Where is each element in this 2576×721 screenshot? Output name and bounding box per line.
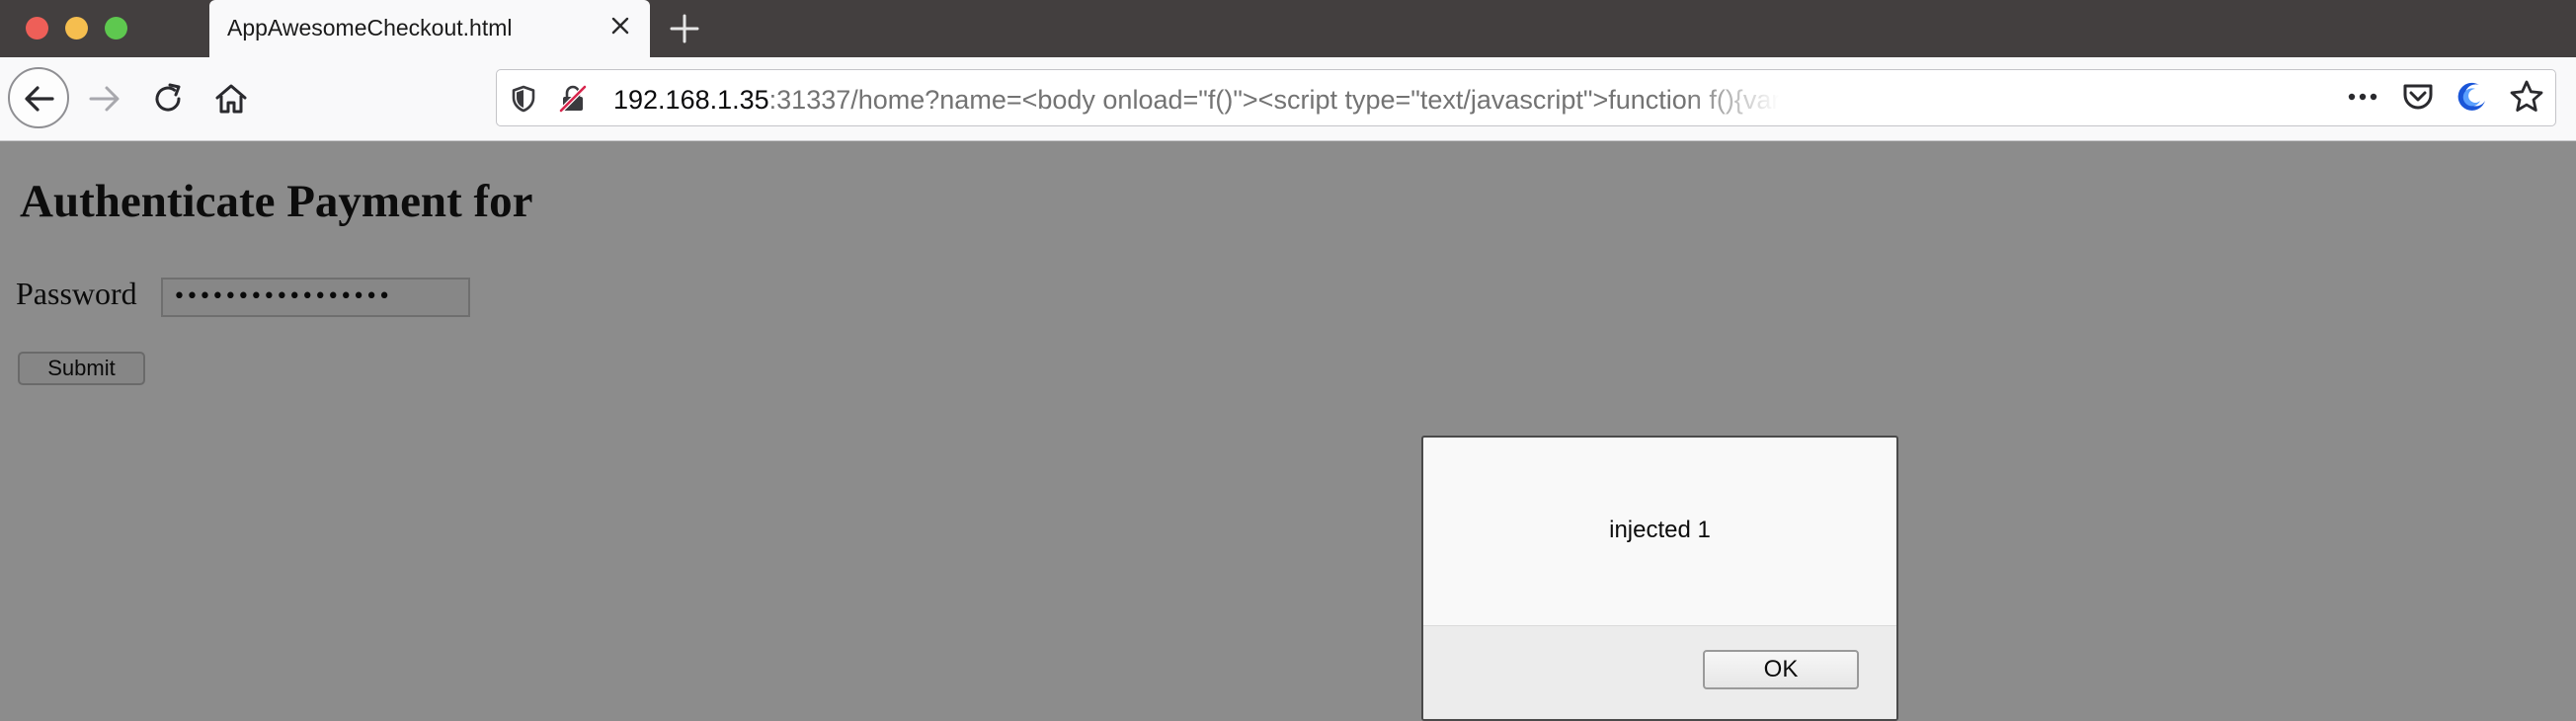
crescent-extension-icon[interactable] bbox=[2454, 79, 2489, 115]
alert-footer: OK bbox=[1423, 625, 1896, 719]
close-window-button[interactable] bbox=[26, 17, 48, 40]
plus-icon[interactable] bbox=[668, 12, 701, 45]
back-button[interactable] bbox=[8, 67, 69, 128]
browser-tab[interactable]: AppAwesomeCheckout.html bbox=[209, 0, 650, 57]
pocket-icon[interactable] bbox=[2400, 79, 2436, 115]
url-text[interactable]: 192.168.1.35:31337/home?name=<body onloa… bbox=[613, 84, 1779, 116]
shield-icon[interactable] bbox=[509, 84, 538, 114]
url-bar[interactable]: 192.168.1.35:31337/home?name=<body onloa… bbox=[496, 69, 2556, 126]
browser-titlebar: AppAwesomeCheckout.html bbox=[0, 0, 2576, 57]
page-title: Authenticate Payment for bbox=[20, 176, 533, 227]
more-dots-icon[interactable] bbox=[2345, 79, 2380, 115]
url-host: 192.168.1.35 bbox=[613, 85, 769, 115]
minimize-window-button[interactable] bbox=[65, 17, 88, 40]
arrow-left-icon bbox=[25, 86, 54, 112]
password-label: Password bbox=[16, 276, 137, 311]
url-path: :31337/home?name=<body onload="f()"><scr… bbox=[768, 85, 1779, 115]
browser-toolbar: 192.168.1.35:31337/home?name=<body onloa… bbox=[0, 57, 2576, 141]
ok-button[interactable]: OK bbox=[1703, 650, 1859, 689]
arrow-right-icon[interactable] bbox=[87, 81, 122, 117]
page-content: Authenticate Payment for Password ••••••… bbox=[0, 141, 2576, 721]
alert-dialog: injected 1 OK bbox=[1421, 436, 1898, 721]
alert-message: injected 1 bbox=[1609, 517, 1711, 543]
maximize-window-button[interactable] bbox=[105, 17, 127, 40]
password-field[interactable]: ••••••••••••••••• bbox=[161, 278, 470, 317]
star-icon[interactable] bbox=[2509, 79, 2544, 115]
reload-icon[interactable] bbox=[150, 81, 186, 117]
submit-button[interactable]: Submit bbox=[18, 352, 145, 385]
tab-title: AppAwesomeCheckout.html bbox=[227, 15, 513, 40]
close-icon[interactable] bbox=[606, 12, 634, 40]
home-icon[interactable] bbox=[213, 81, 249, 117]
insecure-lock-icon[interactable] bbox=[558, 84, 588, 114]
